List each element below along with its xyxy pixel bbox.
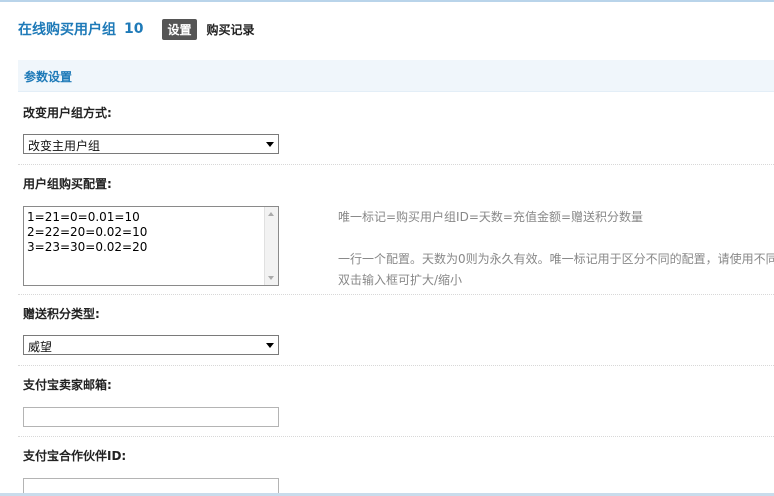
purchase-config-lines: 1=21=0=0.01=10 2=22=20=0.02=10 3=23=30=0.0… [27, 210, 147, 255]
credit-type-value: 威望 [28, 340, 53, 354]
settings-page: 在线购买用户组 10 设置 购买记录 参数设置 改变用户组方式: 改变主用户组 … [0, 0, 774, 496]
scroll-up-arrow-icon[interactable] [268, 212, 274, 216]
config-resize-hint: 双击输入框可扩大/缩小 [338, 273, 463, 287]
change-mode-select[interactable]: 改变主用户组 [23, 134, 279, 154]
section-title: 参数设置 [24, 70, 73, 84]
tab-purchase-records[interactable]: 购买记录 [207, 21, 255, 38]
section-header: 参数设置 [18, 60, 774, 92]
tab-settings[interactable]: 设置 [162, 18, 197, 40]
purchase-config-label: 用户组购买配置: [23, 177, 112, 191]
change-mode-value: 改变主用户组 [28, 139, 101, 153]
config-line: 2=22=20=0.02=10 [27, 225, 148, 239]
scroll-down-arrow-icon[interactable] [268, 276, 274, 280]
alipay-email-input[interactable] [23, 407, 279, 427]
config-line: 1=21=0=0.01=10 [27, 210, 140, 224]
divider [18, 436, 774, 437]
config-line: 3=23=30=0.02=20 [27, 240, 148, 254]
dropdown-arrow-icon [266, 142, 274, 147]
textarea-scrollbar[interactable] [264, 207, 278, 285]
change-mode-label: 改变用户组方式: [23, 106, 112, 120]
page-title: 在线购买用户组 [18, 22, 116, 38]
alipay-email-label: 支付宝卖家邮箱: [23, 378, 112, 392]
page-header: 在线购买用户组 10 设置 购买记录 [18, 18, 255, 40]
dropdown-arrow-icon [266, 343, 274, 348]
credit-type-select[interactable]: 威望 [23, 335, 279, 355]
group-count: 10 [124, 21, 144, 37]
config-format-hint: 唯一标记=购买用户组ID=天数=充值金额=赠送积分数量 [338, 210, 643, 224]
credit-type-label: 赠送积分类型: [23, 307, 100, 321]
alipay-partner-label: 支付宝合作伙伴ID: [23, 449, 127, 463]
divider [18, 365, 774, 366]
purchase-config-textarea[interactable]: 1=21=0=0.01=10 2=22=20=0.02=10 3=23=30=0.0… [23, 206, 279, 286]
divider [18, 294, 774, 295]
divider [18, 164, 774, 165]
config-description-hint: 一行一个配置。天数为0则为永久有效。唯一标记用于区分不同的配置，请使用不同 [338, 252, 774, 266]
